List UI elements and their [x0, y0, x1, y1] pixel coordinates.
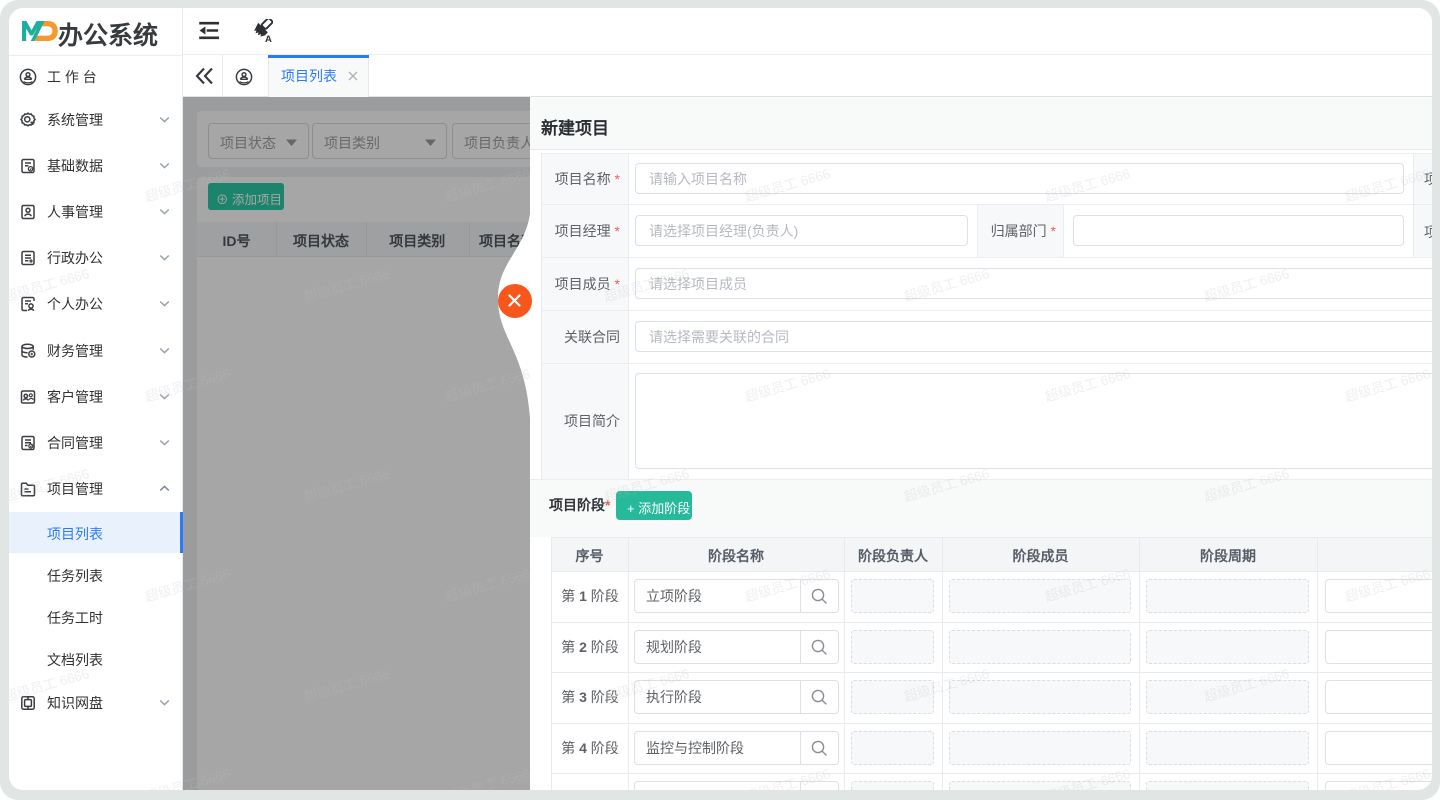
svg-text:A: A — [265, 34, 272, 43]
